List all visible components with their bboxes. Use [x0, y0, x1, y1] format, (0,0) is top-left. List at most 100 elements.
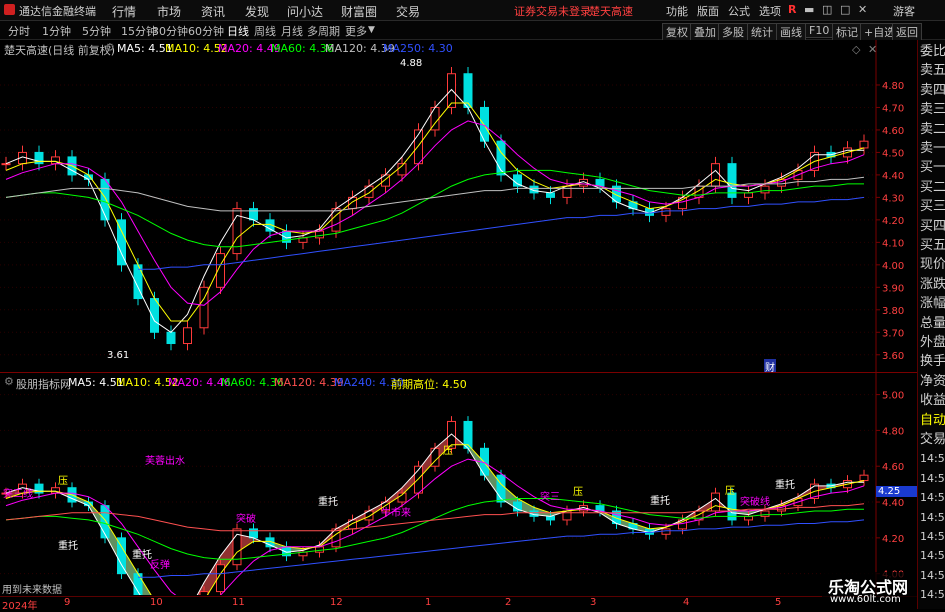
side-panel-label[interactable]: 买三	[920, 197, 945, 217]
period-tab-1min[interactable]: 1分钟	[42, 23, 71, 39]
side-panel-label[interactable]: 14:56	[920, 508, 945, 528]
fuquan-button[interactable]: 复权	[662, 23, 692, 41]
period-tab-fenshi[interactable]: 分时	[8, 23, 30, 39]
period-tab-30min[interactable]: 30分钟	[152, 23, 188, 39]
annotation-zhongtuo-4: 重托	[650, 496, 670, 507]
annotation-fantan: 反弹	[150, 560, 170, 571]
period-tab-weekly[interactable]: 周线	[254, 23, 276, 39]
annotation-furong: 芙蓉出水	[145, 456, 185, 467]
side-panel-label[interactable]: 换手	[920, 352, 945, 372]
settings-gear-icon[interactable]: ⚙	[105, 41, 115, 54]
stats-button[interactable]: 统计	[747, 23, 777, 41]
maximize-icon[interactable]: □	[840, 3, 850, 16]
side-panel-label[interactable]: 涨跌	[920, 275, 945, 295]
multi-stock-button[interactable]: 多股	[718, 23, 748, 41]
side-panel-label[interactable]: 卖四	[920, 81, 945, 101]
period-tab-monthly[interactable]: 月线	[281, 23, 303, 39]
menu-item-caifuquan[interactable]: 财富圈	[341, 3, 377, 20]
side-panel-label[interactable]: 买五	[920, 236, 945, 256]
side-panel-label[interactable]: 外盘	[920, 333, 945, 353]
period-more-chevron-icon[interactable]: ▼	[368, 25, 375, 35]
side-panel-label[interactable]: 14:56	[920, 527, 945, 547]
main-kline-chart[interactable]: 4.80 4.70 4.60 4.50 4.40 4.30 4.20 4.10 4.00 3.90…	[0, 40, 917, 372]
candle-body	[1, 163, 11, 166]
side-panel-label[interactable]: 卖一	[920, 139, 945, 159]
user-label[interactable]: 游客	[893, 3, 915, 19]
side-panel-label[interactable]: 总量	[920, 314, 945, 334]
sub-candle-body	[661, 528, 671, 535]
low-price-label: 3.61	[107, 350, 130, 361]
sub-candle-body	[117, 537, 126, 575]
period-tab-5min[interactable]: 5分钟	[82, 23, 111, 39]
side-panel-label[interactable]: 卖三	[920, 100, 945, 120]
side-panel-label[interactable]: 买一	[920, 158, 945, 178]
y-tick-label: 4.20	[882, 534, 904, 545]
side-panel-label[interactable]: 14:56	[920, 469, 945, 489]
mark-button[interactable]: 标记	[832, 23, 862, 41]
overlay-button[interactable]: 叠加	[690, 23, 720, 41]
menu-item-zixun[interactable]: 资讯	[201, 3, 225, 20]
menu-item-hangqing[interactable]: 行情	[112, 3, 136, 20]
candle-body	[595, 178, 605, 187]
side-panel-label[interactable]: 收益	[920, 391, 945, 411]
date-label: 2	[505, 597, 512, 608]
main-chart-title: 楚天高速(日线 前复权)	[4, 44, 116, 57]
watermark: 乐淘公式网 www.60lt.com	[822, 572, 917, 609]
side-panel-label[interactable]: 自动	[920, 411, 945, 431]
candle-body	[727, 163, 737, 198]
candle-body	[463, 73, 473, 108]
side-panel-label[interactable]: 卖五	[920, 61, 945, 81]
period-tab-daily[interactable]: 日线	[227, 23, 249, 39]
side-panel-label[interactable]: 14:56	[920, 449, 945, 469]
side-panel-label[interactable]: 涨幅	[920, 294, 945, 314]
f10-button[interactable]: F10	[805, 23, 834, 38]
y-tick-label: 3.80	[882, 306, 904, 317]
y-tick-label: 4.80	[882, 426, 904, 437]
y-tick-label: 4.60	[882, 126, 904, 137]
side-panel-label[interactable]: 委比	[920, 42, 945, 62]
minimize-icon[interactable]: ▬	[804, 3, 814, 16]
date-label: 1	[425, 597, 432, 608]
period-tab-60min[interactable]: 60分钟	[188, 23, 224, 39]
side-panel-label[interactable]: 净资	[920, 372, 945, 392]
y-tick-label: 3.70	[882, 328, 904, 339]
sub-candle-body	[100, 505, 110, 539]
candle-body	[744, 192, 753, 198]
restore-icon[interactable]: ◫	[822, 3, 832, 16]
candle-body	[100, 178, 110, 221]
side-panel-label[interactable]: 14:56	[920, 546, 945, 566]
side-panel-label[interactable]: 现价	[920, 255, 945, 275]
sub-settings-gear-icon[interactable]: ⚙	[4, 375, 14, 388]
menu-item-banmian[interactable]: 版面	[697, 3, 719, 19]
y-tick-label: 4.00	[882, 261, 904, 272]
sub-prev-high-label: 前期高位: 4.50	[391, 378, 467, 391]
side-panel-label[interactable]: 交易	[920, 430, 945, 450]
y-tick-label: 3.90	[882, 283, 904, 294]
side-panel-label[interactable]: 14:56	[920, 488, 945, 508]
side-panel-label[interactable]: 14:56	[920, 566, 945, 586]
menu-item-gongneng[interactable]: 功能	[666, 3, 688, 19]
period-tab-more[interactable]: 更多	[345, 23, 367, 39]
back-button[interactable]: 返回	[892, 23, 922, 41]
menu-item-shichang[interactable]: 市场	[157, 3, 181, 20]
side-panel-label[interactable]: 卖二	[920, 120, 945, 140]
watermark-url: www.60lt.com	[830, 594, 901, 605]
date-label: 4	[683, 597, 690, 608]
menu-item-wenxiaoda[interactable]: 问小达	[287, 3, 323, 20]
menu-item-gongshi[interactable]: 公式	[728, 3, 750, 19]
menu-item-xuanxiang[interactable]: 选项	[759, 3, 781, 19]
close-icon[interactable]: ✕	[858, 3, 867, 16]
sub-candle-body	[315, 546, 324, 553]
draw-line-button[interactable]: 画线	[776, 23, 806, 41]
panel-diamond-icon[interactable]: ◇	[852, 43, 860, 56]
menu-item-jiaoyi[interactable]: 交易	[396, 3, 420, 20]
login-status[interactable]: 证券交易未登录	[514, 3, 591, 19]
menu-item-faxian[interactable]: 发现	[245, 3, 269, 20]
side-panel-label[interactable]: 买四	[920, 217, 945, 237]
side-panel-label[interactable]: 14:56	[920, 585, 945, 605]
panel-close-icon[interactable]: ✕	[868, 43, 877, 56]
period-tab-multi[interactable]: 多周期	[307, 23, 340, 39]
candle-body	[562, 185, 572, 198]
side-panel-label[interactable]: 买二	[920, 178, 945, 198]
y-tick-label: 4.40	[882, 498, 904, 509]
